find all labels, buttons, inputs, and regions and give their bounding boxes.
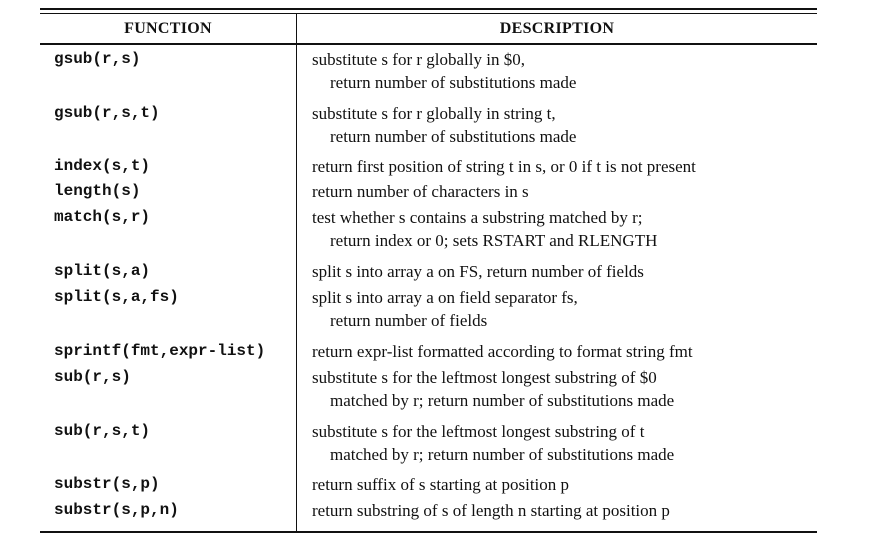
function-description: substitute s for r globally in string t,… [312,102,576,148]
function-name: sub(r,s,t) [54,422,151,440]
description-line: substitute s for the leftmost longest su… [312,422,645,441]
function-name: substr(s,p) [54,475,160,493]
description-line: substitute s for the leftmost longest su… [312,368,657,387]
description-line: matched by r; return number of substitut… [330,445,675,464]
function-name: length(s) [54,182,141,200]
description-line: test whether s contains a substring matc… [312,208,643,227]
description-line: substitute s for r globally in $0, [312,50,525,69]
table-bottom-rule [40,531,817,533]
function-name: sub(r,s) [54,368,131,386]
description-line: matched by r; return number of substitut… [330,391,675,410]
function-description: substitute s for r globally in $0, retur… [312,48,576,94]
function-description: test whether s contains a substring matc… [312,206,657,252]
description-line: return number of characters in s [312,182,529,201]
function-description: return suffix of s starting at position … [312,473,569,496]
description-line: split s into array a on FS, return numbe… [312,262,644,281]
function-description: substitute s for the leftmost longest su… [312,366,674,412]
function-name: split(s,a) [54,262,151,280]
description-line: return number of substitutions made [330,73,577,92]
description-line: split s into array a on field separator … [312,288,578,307]
column-divider [296,13,297,533]
description-line: return number of substitutions made [330,127,577,146]
function-name: sprintf(fmt,expr-list) [54,342,266,360]
description-line: return first position of string t in s, … [312,157,696,176]
header-rule [40,43,817,45]
function-name: substr(s,p,n) [54,501,179,519]
function-name: gsub(r,s) [54,50,141,68]
function-description: split s into array a on field separator … [312,286,578,332]
function-name: gsub(r,s,t) [54,104,160,122]
description-line: return number of fields [330,311,488,330]
function-name: match(s,r) [54,208,151,226]
function-description: substitute s for the leftmost longest su… [312,420,674,466]
header-function: FUNCTION [124,20,212,37]
header-description: DESCRIPTION [499,20,615,37]
function-description: return number of characters in s [312,180,529,203]
function-description: return first position of string t in s, … [312,155,696,178]
description-line: return index or 0; sets RSTART and RLENG… [330,231,658,250]
table-top-rule [40,8,817,10]
description-line: return substring of s of length n starti… [312,501,670,520]
description-line: return expr-list formatted according to … [312,342,693,361]
table-top-rule-inner [40,13,817,14]
function-name: split(s,a,fs) [54,288,179,306]
function-description: return substring of s of length n starti… [312,499,670,522]
function-description: split s into array a on FS, return numbe… [312,260,644,283]
function-description: return expr-list formatted according to … [312,340,693,363]
description-line: substitute s for r globally in string t, [312,104,556,123]
function-name: index(s,t) [54,157,151,175]
description-line: return suffix of s starting at position … [312,475,570,494]
